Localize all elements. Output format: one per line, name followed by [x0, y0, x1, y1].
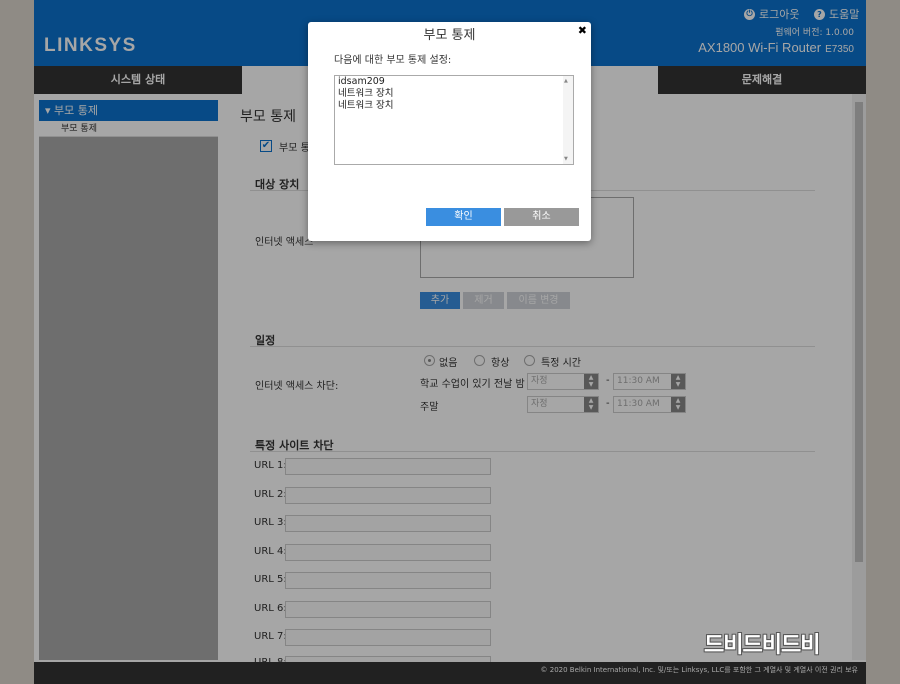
scroll-up-icon[interactable]: ▲: [564, 78, 568, 84]
ok-button[interactable]: 확인: [426, 208, 501, 226]
dialog-title: 부모 통제: [423, 28, 476, 43]
parental-control-dialog: 부모 통제 ✖ 다음에 대한 부모 통제 설정: idsam209 네트워크 장…: [308, 22, 591, 241]
dialog-label: 다음에 대한 부모 통제 설정:: [334, 55, 452, 66]
close-icon[interactable]: ✖: [578, 24, 587, 37]
list-scrollbar[interactable]: ▲ ▼: [563, 76, 573, 164]
watermark: 드비드비드비: [704, 633, 820, 658]
list-item[interactable]: 네트워크 장치: [335, 88, 573, 100]
list-item[interactable]: idsam209: [335, 76, 573, 88]
cancel-button[interactable]: 취소: [504, 208, 579, 226]
dialog-device-list[interactable]: idsam209 네트워크 장치 네트워크 장치 ▲ ▼: [334, 75, 574, 165]
scroll-down-icon[interactable]: ▼: [564, 156, 568, 162]
list-item[interactable]: 네트워크 장치: [335, 100, 573, 112]
